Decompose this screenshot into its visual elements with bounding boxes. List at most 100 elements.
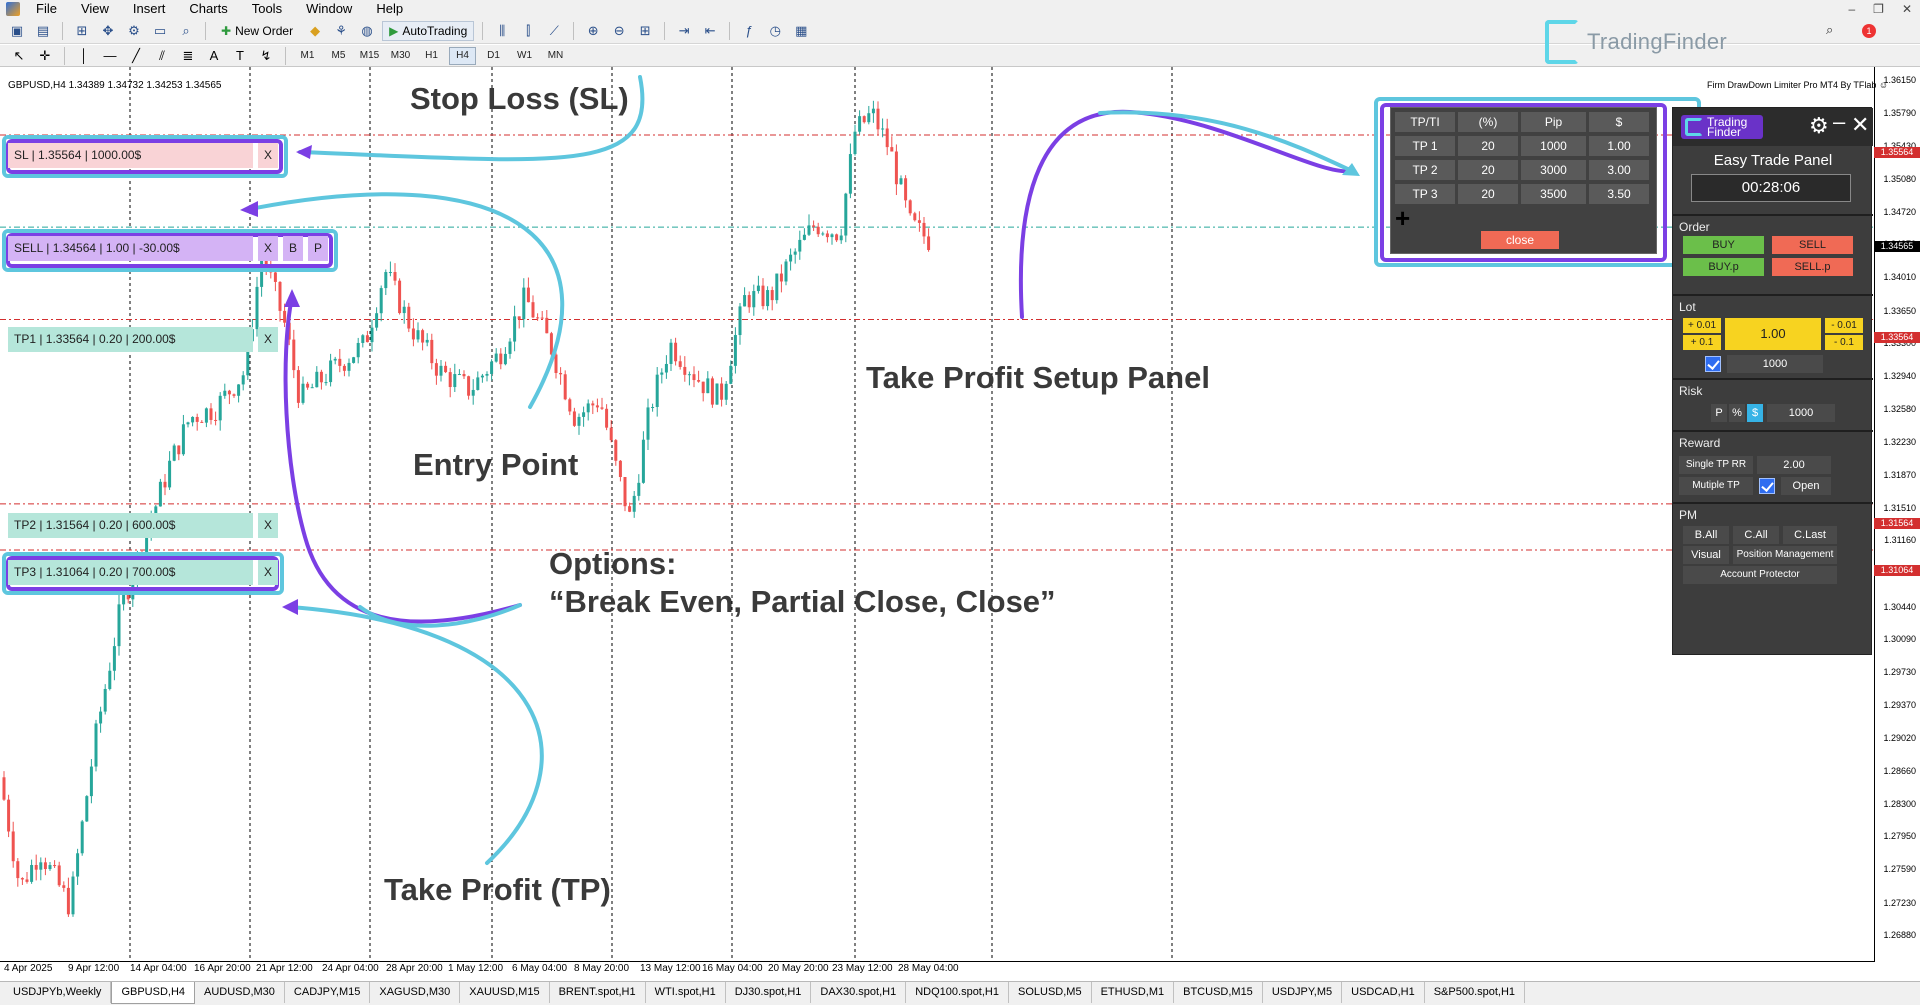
tp-row-3-percent[interactable]: 20 [1458,184,1518,204]
menu-window[interactable]: Window [294,0,364,18]
risk-usd-button[interactable]: $ [1747,404,1763,422]
tp-row-3-pip[interactable]: 3500 [1521,184,1586,204]
signals-icon[interactable]: ⚘ [330,21,352,41]
trendline-icon[interactable]: ╱ [125,46,147,66]
lot-amount-field[interactable]: 1000 [1727,355,1823,373]
chart-tab[interactable]: DJ30.spot,H1 [726,982,812,1003]
tp2-box[interactable]: TP2 | 1.31564 | 0.20 | 600.00$ [8,513,253,538]
sl-box[interactable]: SL | 1.35564 | 1000.00$ [8,143,253,168]
open-tp-panel-button[interactable]: Open [1781,477,1831,495]
fibonacci-icon[interactable]: ≣ [177,46,199,66]
menu-insert[interactable]: Insert [121,0,178,18]
navigator-icon[interactable]: ⚙ [123,21,145,41]
minimize-panel-icon[interactable]: – [1833,110,1845,134]
tp-row-1-percent[interactable]: 20 [1458,136,1518,156]
breakeven-all-button[interactable]: B.All [1683,526,1729,544]
vertical-line-icon[interactable]: │ [73,46,95,66]
text-label-icon[interactable]: T [229,46,251,66]
lot-value-field[interactable]: 1.00 [1725,318,1821,350]
metaeditor-icon[interactable]: ◆ [304,21,326,41]
tile-windows-icon[interactable]: ⊞ [634,21,656,41]
chart-tab[interactable]: USDJPYb,Weekly [4,982,112,1003]
visual-button[interactable]: Visual [1683,546,1729,564]
tp3-box[interactable]: TP3 | 1.31064 | 0.20 | 700.00$ [8,560,253,585]
market-icon[interactable]: ◍ [356,21,378,41]
chart-tab[interactable]: SOLUSD,M5 [1009,982,1092,1003]
account-protector-button[interactable]: Account Protector [1683,566,1837,584]
menu-view[interactable]: View [69,0,121,18]
chart-tab[interactable]: USDJPY,M5 [1263,982,1343,1003]
sell-pending-button[interactable]: SELL.p [1772,258,1853,276]
chart-tab[interactable]: DAX30.spot,H1 [811,982,907,1003]
tp1-close-button[interactable]: X [258,327,278,352]
new-chart-icon[interactable]: ▣ [6,21,28,41]
chart-tab[interactable]: BRENT.spot,H1 [550,982,646,1003]
candlestick-icon[interactable]: ⫿ [517,21,539,41]
auto-scroll-icon[interactable]: ⇥ [673,21,695,41]
rr-value-field[interactable]: 2.00 [1757,456,1831,474]
add-tp-icon[interactable]: + [1395,205,1410,231]
search-icon[interactable]: ⌕ [1826,22,1833,38]
chart-shift-icon[interactable]: ⇤ [699,21,721,41]
risk-points-button[interactable]: P [1711,404,1727,422]
text-icon[interactable]: A [203,46,225,66]
multiple-tp-checkbox[interactable] [1759,478,1775,494]
timeframe-m5[interactable]: M5 [325,47,352,65]
lot-plus-0.01-button[interactable]: + 0.01 [1683,318,1721,333]
bar-chart-icon[interactable]: ⫼ [491,21,513,41]
position-management-button[interactable]: Position Management [1733,546,1837,564]
menu-file[interactable]: File [24,0,69,18]
lot-plus-0.1-button[interactable]: + 0.1 [1683,335,1721,350]
new-order-button[interactable]: ✚ New Order [214,21,300,41]
tp-panel-close-button[interactable]: close [1481,231,1559,249]
tp-row-1-pip[interactable]: 1000 [1521,136,1586,156]
timeframe-m15[interactable]: M15 [356,47,383,65]
buy-pending-button[interactable]: BUY.p [1683,258,1764,276]
tp1-box[interactable]: TP1 | 1.33564 | 0.20 | 200.00$ [8,327,253,352]
settings-gear-icon[interactable]: ⚙ [1809,114,1829,138]
lot-checkbox[interactable] [1705,356,1721,372]
chart-tab[interactable]: XAUUSD,M15 [460,982,550,1003]
chart-tab[interactable]: USDCAD,H1 [1342,982,1425,1003]
risk-value-field[interactable]: 1000 [1767,404,1835,422]
timeframe-m1[interactable]: M1 [294,47,321,65]
sell-close-button[interactable]: X [258,236,278,261]
chart-tab[interactable]: CADJPY,M15 [285,982,371,1003]
crosshair-icon[interactable]: ✛ [34,46,56,66]
indicators-icon[interactable]: ƒ [738,21,760,41]
zoom-out-icon[interactable]: ⊖ [608,21,630,41]
zoom-in-icon[interactable]: ⊕ [582,21,604,41]
timeframe-h4[interactable]: H4 [449,46,476,65]
timeframe-w1[interactable]: W1 [511,47,538,65]
horizontal-line-icon[interactable]: — [99,46,121,66]
chart-tab[interactable]: GBPUSD,H4 [111,982,196,1004]
channel-icon[interactable]: ⫽ [151,46,173,66]
chart-tab[interactable]: BTCUSD,M15 [1174,982,1263,1003]
partial-close-button[interactable]: P [308,236,328,261]
break-even-button[interactable]: B [283,236,303,261]
timeframe-h1[interactable]: H1 [418,47,445,65]
notification-badge[interactable]: 1 [1862,24,1876,38]
timeframe-m30[interactable]: M30 [387,47,414,65]
chart-tab[interactable]: WTI.spot,H1 [646,982,726,1003]
timeframe-mn[interactable]: MN [542,47,569,65]
lot-minus-0.01-button[interactable]: - 0.01 [1825,318,1863,333]
autotrading-button[interactable]: ▶ AutoTrading [382,20,475,41]
menu-charts[interactable]: Charts [177,0,239,18]
close-last-button[interactable]: C.Last [1783,526,1837,544]
sl-close-button[interactable]: X [258,143,278,168]
market-watch-icon[interactable]: ⊞ [71,21,93,41]
close-icon[interactable]: ✕ [1902,0,1912,18]
close-all-button[interactable]: C.All [1733,526,1779,544]
chart-tab[interactable]: S&P500.spot,H1 [1425,982,1526,1003]
chart-tab[interactable]: ETHUSD,M1 [1092,982,1175,1003]
timeframe-d1[interactable]: D1 [480,47,507,65]
sell-position-box[interactable]: SELL | 1.34564 | 1.00 | -30.00$ [8,236,253,261]
tp-row-2-percent[interactable]: 20 [1458,160,1518,180]
single-tp-rr-button[interactable]: Single TP RR [1679,456,1753,474]
chart-tab[interactable]: AUDUSD,M30 [195,982,285,1003]
chart-tab[interactable]: XAGUSD,M30 [370,982,461,1003]
risk-percent-button[interactable]: % [1729,404,1745,422]
periods-icon[interactable]: ◷ [764,21,786,41]
line-chart-icon[interactable]: ⟋ [543,21,565,41]
